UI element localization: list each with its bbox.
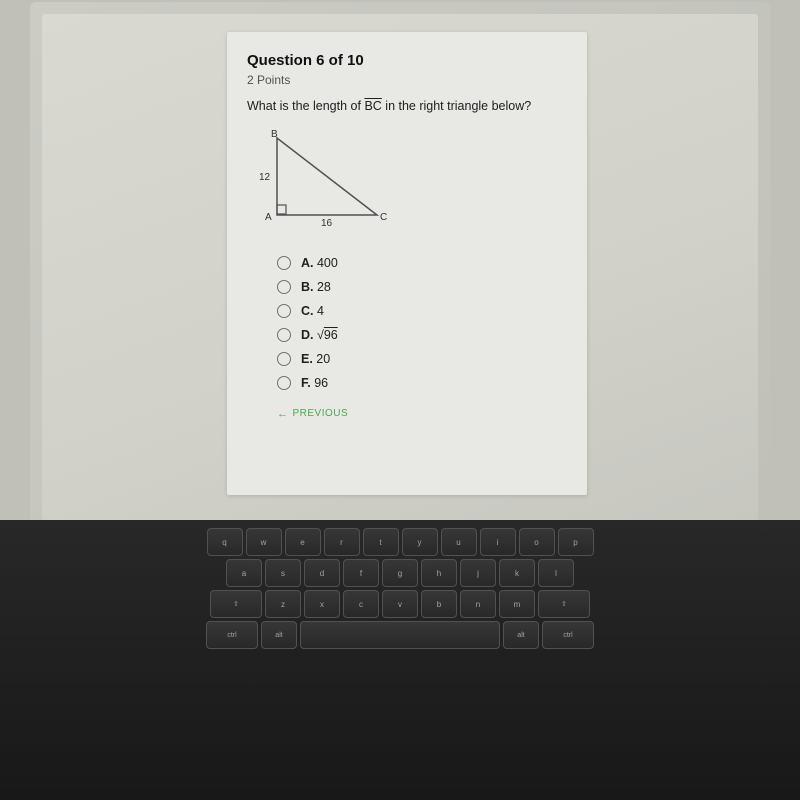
key-h[interactable]: h <box>421 559 457 587</box>
previous-label: PREVIOUS <box>293 408 349 419</box>
key-s[interactable]: s <box>265 559 301 587</box>
key-m[interactable]: m <box>499 590 535 618</box>
answer-label-c: C. 4 <box>301 304 324 318</box>
key-u[interactable]: u <box>441 528 477 556</box>
key-e[interactable]: e <box>285 528 321 556</box>
keyboard-row-4: ctrl alt alt ctrl <box>20 621 780 649</box>
key-x[interactable]: x <box>304 590 340 618</box>
key-q[interactable]: q <box>207 528 243 556</box>
key-z[interactable]: z <box>265 590 301 618</box>
key-a[interactable]: a <box>226 559 262 587</box>
answer-label-f: F. 96 <box>301 376 328 390</box>
key-shift-left[interactable]: ⇧ <box>210 590 262 618</box>
previous-arrow-icon: ← <box>277 408 289 420</box>
svg-text:12: 12 <box>259 172 271 183</box>
laptop-body: Question 6 of 10 2 Points What is the le… <box>0 0 800 520</box>
question-text: What is the length of BC in the right tr… <box>247 97 567 116</box>
radio-a[interactable] <box>277 256 291 270</box>
key-j[interactable]: j <box>460 559 496 587</box>
question-area: Question 6 of 10 2 Points What is the le… <box>227 32 587 442</box>
key-shift-right[interactable]: ⇧ <box>538 590 590 618</box>
keyboard-area: q w e r t y u i o p a s d f g h j k l <box>0 520 800 800</box>
radio-e[interactable] <box>277 352 291 366</box>
answer-option-b[interactable]: B. 28 <box>277 280 567 294</box>
key-p[interactable]: p <box>558 528 594 556</box>
svg-text:B: B <box>271 130 278 140</box>
key-alt[interactable]: alt <box>261 621 297 649</box>
answer-option-a[interactable]: A. 400 <box>277 256 567 270</box>
key-d[interactable]: d <box>304 559 340 587</box>
key-r[interactable]: r <box>324 528 360 556</box>
inner-screen: Question 6 of 10 2 Points What is the le… <box>42 14 758 520</box>
key-c[interactable]: c <box>343 590 379 618</box>
answer-option-c[interactable]: C. 4 <box>277 304 567 318</box>
laptop-lid: Question 6 of 10 2 Points What is the le… <box>30 2 770 520</box>
key-f[interactable]: f <box>343 559 379 587</box>
answer-choices: A. 400 B. 28 C. 4 <box>277 256 567 390</box>
question-suffix: in the right triangle below? <box>382 99 531 113</box>
triangle-diagram: B A C 12 16 <box>247 130 407 240</box>
key-l[interactable]: l <box>538 559 574 587</box>
key-ctrl[interactable]: ctrl <box>206 621 258 649</box>
screen: Question 6 of 10 2 Points What is the le… <box>0 0 800 800</box>
key-t[interactable]: t <box>363 528 399 556</box>
key-space[interactable] <box>300 621 500 649</box>
answer-label-b: B. 28 <box>301 280 331 294</box>
answer-option-d[interactable]: D. √96 <box>277 328 567 342</box>
key-alt-right[interactable]: alt <box>503 621 539 649</box>
svg-text:C: C <box>380 212 387 223</box>
keyboard-row-2: a s d f g h j k l <box>20 559 780 587</box>
key-v[interactable]: v <box>382 590 418 618</box>
question-prefix: What is the length of <box>247 99 364 113</box>
key-k[interactable]: k <box>499 559 535 587</box>
radio-d[interactable] <box>277 328 291 342</box>
keyboard-row-3: ⇧ z x c v b n m ⇧ <box>20 590 780 618</box>
radio-b[interactable] <box>277 280 291 294</box>
keyboard-rows: q w e r t y u i o p a s d f g h j k l <box>0 520 800 656</box>
segment-label: BC <box>364 99 381 113</box>
previous-link[interactable]: ← PREVIOUS <box>277 408 348 420</box>
answer-label-e: E. 20 <box>301 352 330 366</box>
content-panel: Question 6 of 10 2 Points What is the le… <box>227 32 587 495</box>
triangle-svg: B A C 12 16 <box>247 130 407 240</box>
radio-c[interactable] <box>277 304 291 318</box>
key-o[interactable]: o <box>519 528 555 556</box>
svg-text:16: 16 <box>321 218 333 229</box>
key-g[interactable]: g <box>382 559 418 587</box>
key-ctrl-right[interactable]: ctrl <box>542 621 594 649</box>
key-n[interactable]: n <box>460 590 496 618</box>
key-y[interactable]: y <box>402 528 438 556</box>
key-w[interactable]: w <box>246 528 282 556</box>
question-title: Question 6 of 10 <box>247 52 567 69</box>
radio-f[interactable] <box>277 376 291 390</box>
key-b[interactable]: b <box>421 590 457 618</box>
key-i[interactable]: i <box>480 528 516 556</box>
svg-text:A: A <box>265 212 272 223</box>
keyboard-row-1: q w e r t y u i o p <box>20 528 780 556</box>
answer-option-e[interactable]: E. 20 <box>277 352 567 366</box>
answer-label-a: A. 400 <box>301 256 338 270</box>
answer-label-d: D. √96 <box>301 328 338 342</box>
answer-option-f[interactable]: F. 96 <box>277 376 567 390</box>
points-label: 2 Points <box>247 73 567 87</box>
